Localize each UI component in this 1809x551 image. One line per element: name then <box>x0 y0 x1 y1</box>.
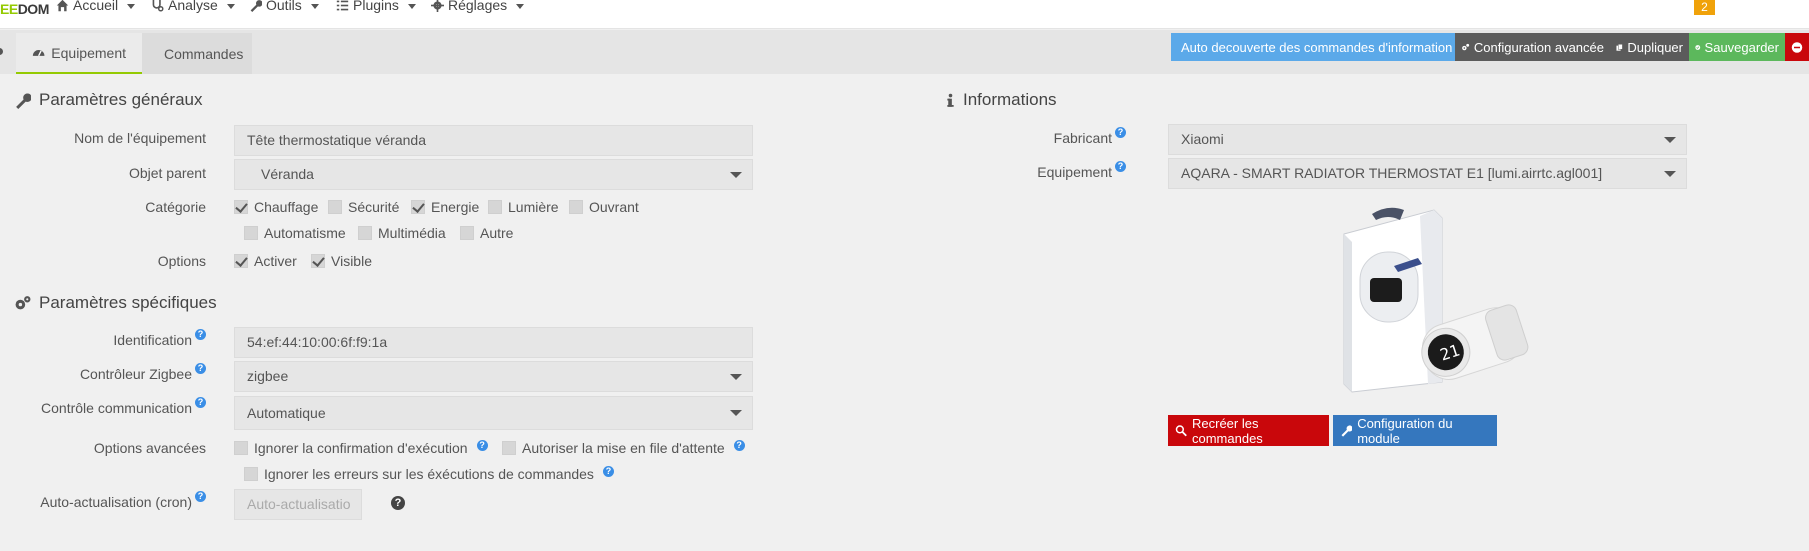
checkbox[interactable] <box>569 200 583 214</box>
maker-select[interactable]: Xiaomi <box>1168 124 1687 155</box>
category-chauffage[interactable]: Chauffage <box>234 199 318 215</box>
advanced-options-label: Options avancées <box>93 440 206 456</box>
specific-params-title: Paramètres spécifiques <box>14 293 217 313</box>
general-params-title: Paramètres généraux <box>14 90 202 110</box>
help-icon[interactable]: ? <box>1115 161 1126 172</box>
checkbox[interactable] <box>411 200 425 214</box>
category-lumiere[interactable]: Lumière <box>488 199 559 215</box>
options-label: Options <box>157 253 206 269</box>
parent-object-label: Objet parent <box>128 165 206 181</box>
checkbox[interactable] <box>234 441 248 455</box>
checkbox[interactable] <box>358 226 372 240</box>
minus-circle-icon <box>1791 41 1803 53</box>
chevron-down-icon <box>1664 171 1676 177</box>
checkbox[interactable] <box>502 441 516 455</box>
nav-analyse[interactable]: Analyse <box>151 0 235 13</box>
checkbox[interactable] <box>244 226 258 240</box>
list-icon <box>336 0 349 10</box>
category-ouvrant[interactable]: Ouvrant <box>569 199 639 215</box>
cogs-icon <box>1462 43 1470 50</box>
wrench-icon <box>16 92 31 109</box>
checkbox[interactable] <box>328 200 342 214</box>
notification-badge[interactable]: 2 <box>1694 0 1715 15</box>
option-ignore-confirmation[interactable]: Ignorer la confirmation d'exécution? <box>234 439 488 456</box>
auto-discovery-button[interactable]: Auto decouverte des commandes d'informat… <box>1171 33 1455 61</box>
checkbox[interactable] <box>234 254 248 268</box>
device-image: 21 <box>1343 207 1529 393</box>
category-securite[interactable]: Sécurité <box>328 199 399 215</box>
home-icon <box>56 0 69 11</box>
option-ignore-errors[interactable]: Ignorer les erreurs sur les éxécutions d… <box>244 465 614 482</box>
cron-input[interactable]: Auto-actualisatio <box>234 489 362 520</box>
advanced-config-button[interactable]: Configuration avancée <box>1455 33 1610 61</box>
help-icon[interactable]: ? <box>476 439 488 451</box>
recreate-commands-button[interactable]: Recréer les commandes <box>1168 415 1329 446</box>
checkbox[interactable] <box>244 467 258 481</box>
checkbox[interactable] <box>460 226 474 240</box>
equipment-name-input[interactable]: Tête thermostatique véranda <box>234 125 753 156</box>
dashboard-icon <box>32 50 45 57</box>
remove-button[interactable] <box>1785 33 1809 61</box>
parent-object-select[interactable]: Véranda <box>234 159 753 190</box>
wrench-icon <box>250 0 262 12</box>
nav-outils[interactable]: Outils <box>249 0 319 13</box>
chevron-down-icon <box>730 172 742 178</box>
category-label: Catégorie <box>145 199 206 215</box>
info-icon <box>947 93 954 107</box>
category-autre[interactable]: Autre <box>460 225 513 241</box>
identification-label: Identification? <box>20 329 206 348</box>
help-icon[interactable]: ? <box>195 329 206 340</box>
comm-control-label: Contrôle communication? <box>20 397 206 416</box>
zigbee-controller-select[interactable]: zigbee <box>234 361 753 392</box>
equipment-name-label: Nom de l'équipement <box>74 130 206 146</box>
device-select[interactable]: AQARA - SMART RADIATOR THERMOSTAT E1 [lu… <box>1168 158 1687 189</box>
help-icon[interactable]: ? <box>195 491 206 502</box>
option-visible[interactable]: Visible <box>311 253 372 269</box>
chevron-down-icon <box>1664 137 1676 143</box>
category-automatisme[interactable]: Automatisme <box>244 225 346 241</box>
zigbee-controller-label: Contrôleur Zigbee? <box>20 363 206 382</box>
brand-logo[interactable]: EEDOM <box>0 0 49 18</box>
help-icon[interactable]: ? <box>1115 127 1126 138</box>
cogs-icon <box>15 295 31 309</box>
check-circle-icon <box>1695 44 1701 50</box>
maker-label: Fabricant? <box>980 127 1126 146</box>
nav-plugins[interactable]: Plugins <box>336 0 416 13</box>
option-activer[interactable]: Activer <box>234 253 297 269</box>
informations-title: Informations <box>946 90 1057 110</box>
chevron-down-icon <box>730 410 742 416</box>
top-navbar: EEDOM Accueil Analyse Outils Plugins Rég… <box>0 0 1809 29</box>
help-icon[interactable]: ? <box>602 465 614 477</box>
copy-icon <box>1616 43 1623 51</box>
chevron-down-icon <box>730 374 742 380</box>
gear-icon <box>431 0 444 12</box>
option-allow-queue[interactable]: Autoriser la mise en file d'attente? <box>502 439 745 456</box>
tab-equipement[interactable]: Equipement <box>16 33 142 74</box>
wrench-icon <box>1341 425 1353 437</box>
save-button[interactable]: Sauvegarder <box>1689 33 1785 61</box>
help-icon[interactable]: ? <box>195 397 206 408</box>
help-icon[interactable]: ? <box>733 439 745 451</box>
cron-label: Auto-actualisation (cron)? <box>20 491 206 510</box>
tab-commandes[interactable]: Commandes <box>142 33 252 74</box>
category-multimedia[interactable]: Multimédia <box>358 225 446 241</box>
comm-control-select[interactable]: Automatique <box>234 396 753 430</box>
module-config-button[interactable]: Configuration du module <box>1333 415 1497 446</box>
device-label: Equipement? <box>980 161 1126 180</box>
checkbox[interactable] <box>234 200 248 214</box>
question-circle-icon[interactable]: ? <box>391 496 405 510</box>
search-icon <box>1175 425 1187 437</box>
help-icon[interactable]: ? <box>195 363 206 374</box>
duplicate-button[interactable]: Dupliquer <box>1610 33 1689 61</box>
identification-input[interactable]: 54:ef:44:10:00:6f:f9:1a <box>234 327 753 358</box>
nav-reglages[interactable]: Réglages <box>431 0 525 13</box>
category-energie[interactable]: Energie <box>411 199 479 215</box>
nav-accueil[interactable]: Accueil <box>56 0 136 13</box>
stethoscope-icon <box>152 0 164 12</box>
checkbox[interactable] <box>488 200 502 214</box>
checkbox[interactable] <box>311 254 325 268</box>
